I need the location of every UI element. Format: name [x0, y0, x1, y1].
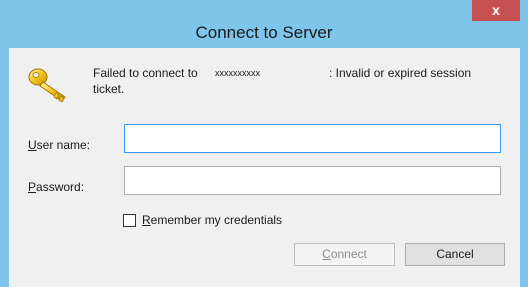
username-label-text: ser name: — [36, 138, 91, 152]
username-label: User name: — [28, 138, 90, 152]
password-label: Password: — [28, 180, 84, 194]
password-label-text: assword: — [36, 180, 85, 194]
username-label-accelerator: U — [28, 138, 37, 152]
remember-credentials-label[interactable]: Remember my credentials — [142, 213, 282, 227]
connect-label-accelerator: C — [322, 247, 331, 261]
title-bar[interactable]: Connect to Server x — [0, 0, 528, 48]
close-button[interactable]: x — [472, 0, 520, 21]
cancel-button[interactable]: Cancel — [405, 243, 505, 266]
remember-credentials-checkbox[interactable] — [123, 213, 136, 227]
connect-button[interactable]: Connect — [294, 243, 395, 266]
window-frame-left — [0, 48, 9, 287]
server-hostname: xxxxxxxxxx — [215, 68, 260, 78]
password-input[interactable] — [124, 166, 501, 195]
dialog-body: Failed to connect to xxxxxxxxxx : Invali… — [9, 48, 520, 287]
dialog-title: Connect to Server — [195, 23, 333, 42]
remember-label-accelerator: R — [142, 213, 151, 227]
key-icon — [27, 66, 71, 106]
error-message: Failed to connect to xxxxxxxxxx : Invali… — [93, 65, 513, 97]
window-frame-right — [520, 48, 528, 287]
message-continuation: ticket. — [93, 82, 125, 96]
connect-to-server-dialog: Connect to Server x Failed to connect to… — [0, 0, 528, 287]
username-input[interactable] — [124, 124, 501, 153]
message-reason: : Invalid or expired session — [329, 66, 472, 80]
connect-label-text: onnect — [330, 247, 367, 261]
message-prefix: Failed to connect to — [93, 66, 198, 80]
remember-credentials-option[interactable]: Remember my credentials — [123, 210, 282, 230]
password-label-accelerator: P — [28, 180, 37, 194]
remember-label-text: emember my credentials — [150, 213, 283, 227]
